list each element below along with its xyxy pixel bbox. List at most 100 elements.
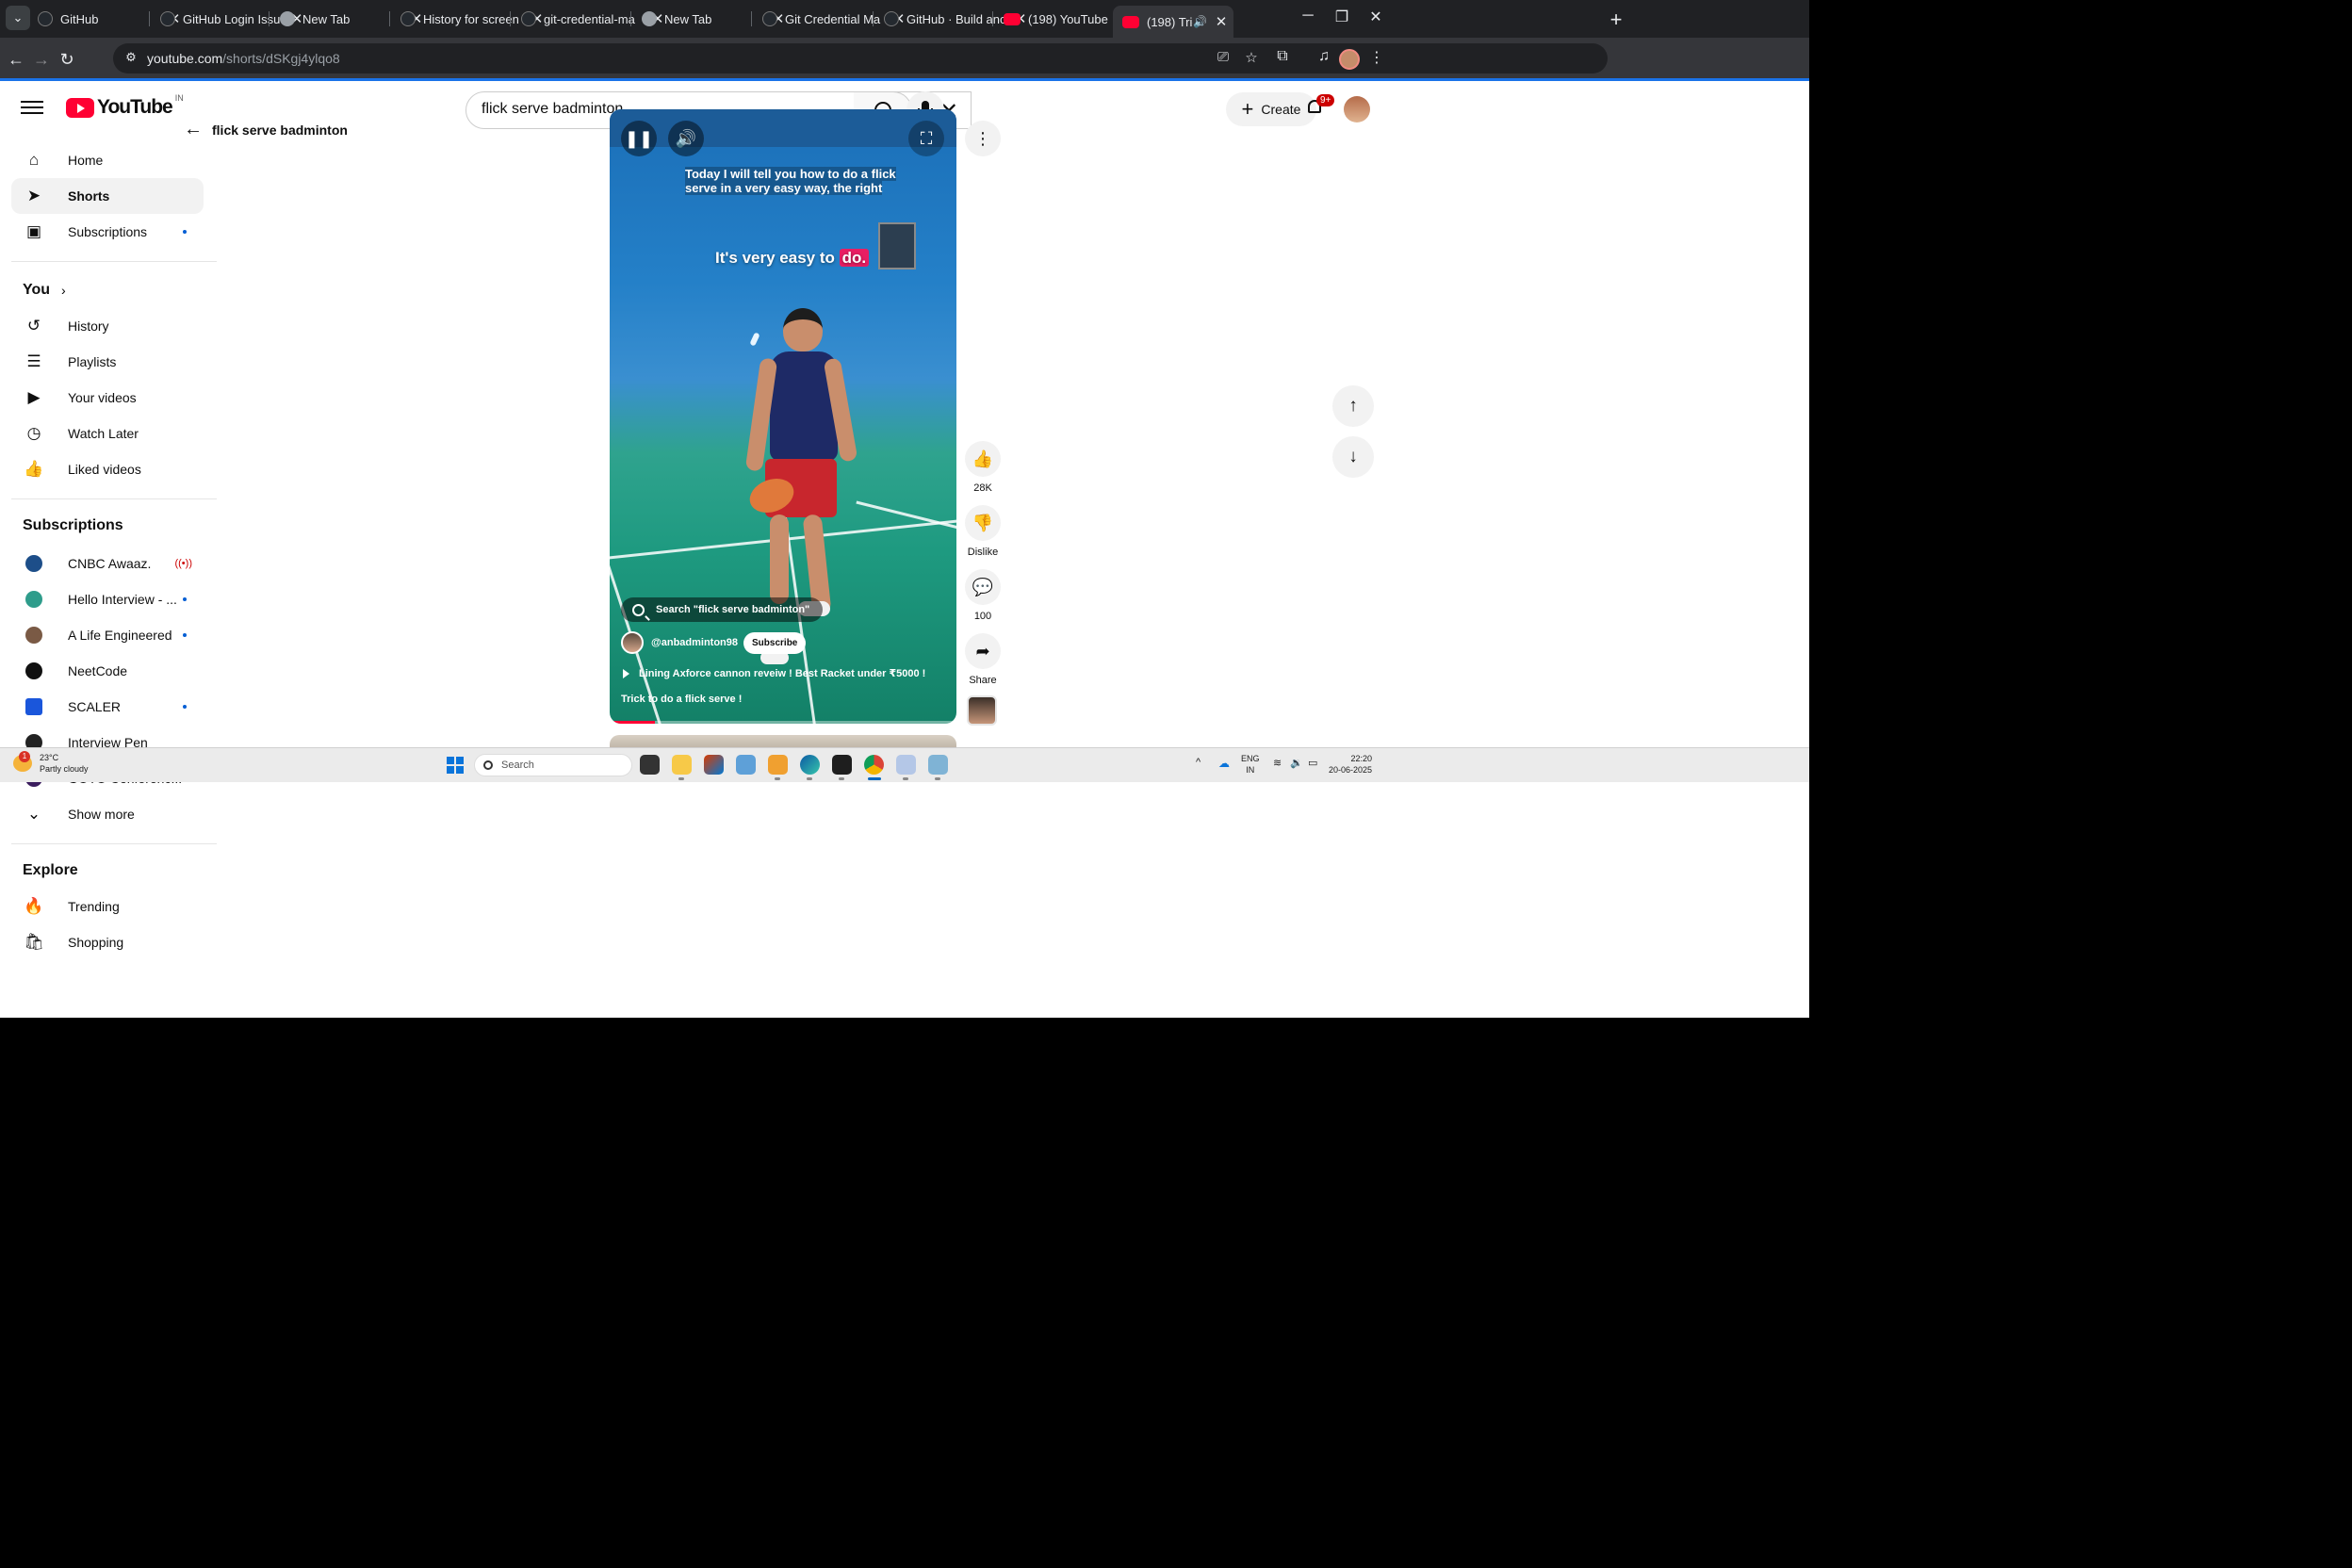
channel-avatar[interactable] <box>621 631 644 654</box>
new-tab-button[interactable]: + <box>1605 8 1627 32</box>
next-short-button[interactable]: ↓ <box>1332 436 1374 478</box>
video-search-label: Search "flick serve badminton" <box>656 604 810 615</box>
video-progress-bar[interactable] <box>610 721 956 724</box>
show-hidden-icons-button[interactable]: ^ <box>1196 757 1200 768</box>
sidebar-show-more[interactable]: ⌄ Show more <box>11 796 204 832</box>
channel-avatar <box>25 627 42 644</box>
speaker-icon[interactable]: 🔉 <box>1290 757 1303 769</box>
youtube-play-icon <box>66 97 94 118</box>
sidebar-channel[interactable]: NeetCode <box>11 653 204 689</box>
sidebar-item-label: Subscriptions <box>68 224 148 239</box>
calculator-icon[interactable] <box>736 755 756 775</box>
tab-close-icon[interactable]: ✕ <box>1213 13 1230 30</box>
subscribe-button[interactable]: Subscribe <box>743 631 807 654</box>
playlists-icon: ☰ <box>26 352 41 370</box>
sidebar-channel[interactable]: Hello Interview - ... <box>11 581 204 617</box>
channel-handle[interactable]: @anbadminton98 <box>651 637 738 648</box>
subtitle-caption-top: Today I will tell you how to do a flick … <box>685 167 896 195</box>
sidebar-item-shorts[interactable]: ➤ Shorts <box>11 178 204 214</box>
video-search-pill[interactable]: Search "flick serve badminton" <box>621 597 824 622</box>
wifi-icon[interactable]: ≋ <box>1273 757 1282 769</box>
start-button[interactable] <box>447 757 464 774</box>
related-video-link[interactable]: Lining Axforce cannon reveiw ! Best Rack… <box>623 667 925 679</box>
reload-button[interactable]: ↻ <box>55 47 79 72</box>
account-avatar[interactable] <box>1344 96 1370 122</box>
sidebar-item-subscriptions[interactable]: ▣ Subscriptions <box>11 214 204 250</box>
taskbar-clock[interactable]: 22:20 20-06-2025 <box>1323 753 1372 776</box>
audio-playing-icon[interactable]: 🔊 <box>1193 15 1207 28</box>
weather-alert-badge: 1 <box>19 751 30 762</box>
youtube-icon <box>1122 15 1139 28</box>
more-menu-icon[interactable]: ⋮ <box>1364 48 1389 73</box>
next-short-preview[interactable] <box>610 735 956 748</box>
fullscreen-button[interactable]: ⛶ <box>908 121 944 156</box>
live-icon: ((•)) <box>174 558 192 569</box>
youtube-logo[interactable]: YouTube IN <box>66 93 184 119</box>
menu-icon[interactable] <box>21 97 43 118</box>
sidebar-item-shopping[interactable]: 🛍 Shopping <box>11 924 204 960</box>
country-code: IN <box>174 93 184 103</box>
url-text[interactable]: youtube.com/shorts/dSKgj4ylqo8 <box>147 51 340 66</box>
short-title[interactable]: Trick to do a flick serve ! <box>621 694 742 705</box>
sidebar-item-home[interactable]: ⌂ Home <box>11 142 204 178</box>
site-info-icon[interactable]: ⚙ <box>122 50 139 67</box>
sidebar-item-you[interactable]: You › <box>11 272 204 308</box>
edge-icon[interactable] <box>800 755 820 775</box>
app-icon[interactable] <box>768 755 788 775</box>
sidebar-item-history[interactable]: ↺ History <box>11 308 204 344</box>
sound-source-thumbnail[interactable] <box>967 695 997 726</box>
weather-widget[interactable]: 1 23°C Partly cloudy <box>13 751 89 775</box>
short-video-player[interactable]: ❚❚ 🔊 ⛶ Today I will tell you how to do a… <box>610 109 956 724</box>
battery-icon[interactable]: ▭ <box>1308 757 1317 769</box>
bookmark-star-icon[interactable]: ☆ <box>1242 49 1261 68</box>
arrow-up-icon: ↑ <box>1348 396 1358 416</box>
sidebar-item-trending[interactable]: 🔥 Trending <box>11 889 204 924</box>
comments-button[interactable]: 💬 100 <box>965 569 1001 622</box>
like-button[interactable]: 👍 28K <box>965 441 1001 494</box>
chrome-icon[interactable] <box>864 755 884 775</box>
browser-profile-avatar[interactable] <box>1339 49 1360 70</box>
previous-short-button[interactable]: ↑ <box>1332 385 1374 427</box>
channel-avatar <box>25 555 42 572</box>
extensions-icon[interactable]: ⧉ <box>1270 48 1295 73</box>
url-domain: youtube.com <box>147 51 223 66</box>
microsoft-365-icon[interactable] <box>704 755 724 775</box>
sidebar-item-watch-later[interactable]: ◷ Watch Later <box>11 416 204 451</box>
file-explorer-icon[interactable] <box>672 755 692 775</box>
taskbar-search[interactable]: Search <box>474 754 632 776</box>
tab-search-button[interactable]: ⌄ <box>6 6 30 30</box>
pause-button[interactable]: ❚❚ <box>621 121 657 156</box>
arrow-left-icon: ← <box>8 49 24 69</box>
sidebar-item-your-videos[interactable]: ▶ Your videos <box>11 380 204 416</box>
install-app-icon[interactable]: ⎚ <box>1214 49 1233 68</box>
more-options-button[interactable]: ⋮ <box>965 121 1001 156</box>
sidebar-channel[interactable]: A Life Engineered <box>11 617 204 653</box>
browser-tab-active[interactable]: (198) Trick to 🔊 ✕ <box>1113 6 1233 38</box>
back-button[interactable]: ← <box>4 47 28 72</box>
forward-button[interactable]: → <box>29 47 54 72</box>
minimize-button[interactable]: ─ <box>1289 8 1327 24</box>
sidebar-item-playlists[interactable]: ☰ Playlists <box>11 344 204 380</box>
sidebar-item-liked-videos[interactable]: 👍 Liked videos <box>11 451 204 487</box>
new-content-dot <box>183 705 187 709</box>
chevron-down-icon: ⌄ <box>12 10 24 24</box>
channel-avatar <box>25 591 42 608</box>
restore-button[interactable]: ❐ <box>1323 8 1361 26</box>
remote-desktop-icon[interactable] <box>928 755 948 775</box>
close-window-button[interactable]: ✕ <box>1357 8 1395 26</box>
logo-text: YouTube <box>97 96 173 118</box>
dislike-button[interactable]: 👎 Dislike <box>965 505 1001 558</box>
sidebar-channel[interactable]: CNBC Awaaz. ((•)) <box>11 546 204 581</box>
volume-button[interactable]: 🔊 <box>668 121 704 156</box>
clock-date: 20-06-2025 <box>1328 765 1372 775</box>
sidebar-channel[interactable]: SCALER <box>11 689 204 725</box>
media-control-icon[interactable]: ♫ <box>1312 48 1336 73</box>
back-to-search-button[interactable]: ← flick serve badminton <box>184 119 348 140</box>
create-button[interactable]: + Create <box>1226 92 1316 126</box>
share-button[interactable]: ➦ Share <box>965 633 1001 686</box>
terminal-icon[interactable] <box>832 755 852 775</box>
task-view-icon[interactable] <box>640 755 660 775</box>
snipping-tool-icon[interactable] <box>896 755 916 775</box>
language-indicator[interactable]: ENG IN <box>1241 753 1260 776</box>
onedrive-icon[interactable]: ☁ <box>1218 757 1230 770</box>
